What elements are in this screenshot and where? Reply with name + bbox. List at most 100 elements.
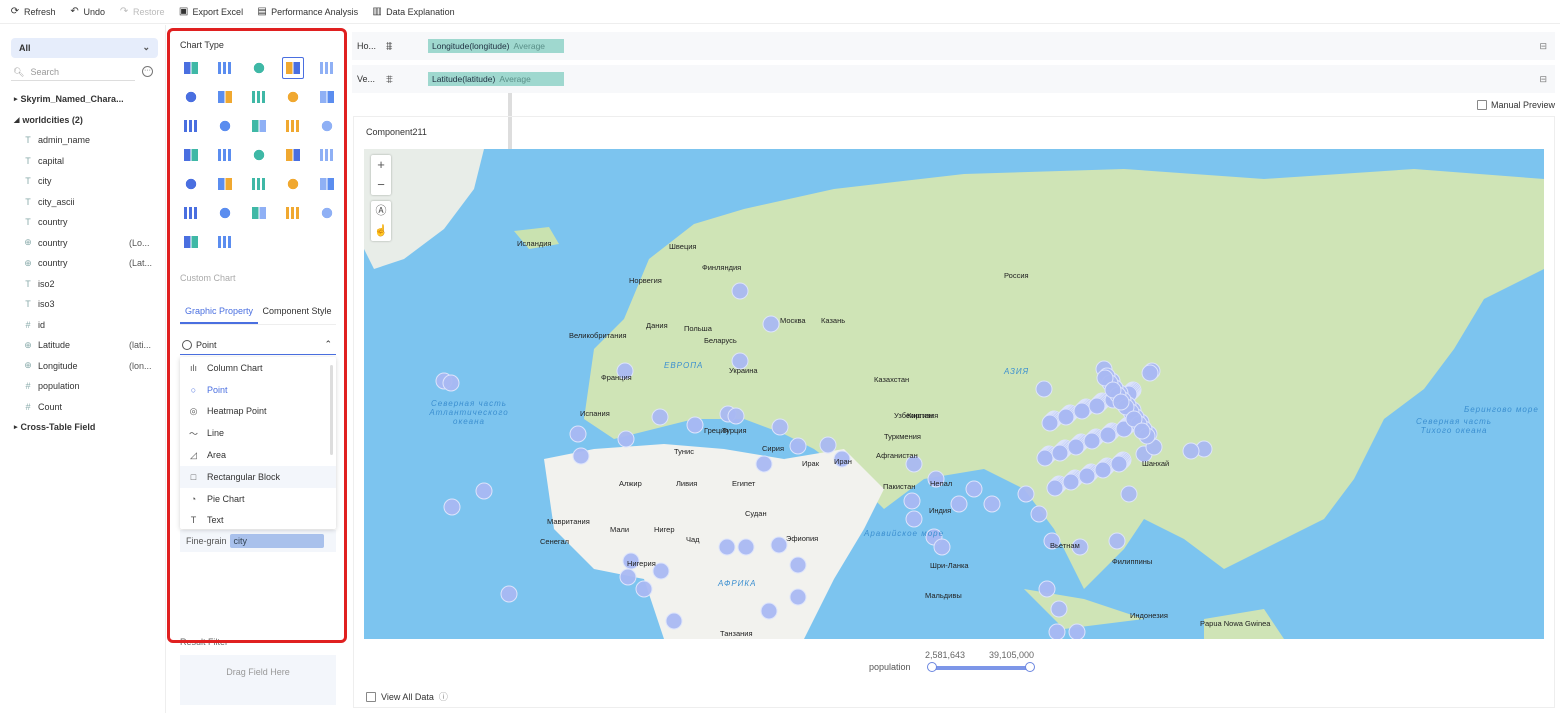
zoom-in-button[interactable]: + xyxy=(371,155,391,175)
field-item[interactable]: ⊕ country (Lo... xyxy=(0,233,166,254)
city-point[interactable] xyxy=(1062,473,1080,491)
undo-button[interactable]: ↶ Undo xyxy=(70,6,105,17)
city-point[interactable] xyxy=(635,580,653,598)
chart-type-14-icon[interactable] xyxy=(282,115,304,137)
city-point[interactable] xyxy=(1083,432,1101,450)
restore-button[interactable]: ↷ Restore xyxy=(119,6,165,17)
city-point[interactable] xyxy=(1038,580,1056,598)
city-point[interactable] xyxy=(1110,455,1128,473)
chart-type-26-icon[interactable] xyxy=(180,202,202,224)
mark-type-select[interactable]: Point ⌃ xyxy=(180,335,336,355)
city-point[interactable] xyxy=(1068,623,1086,639)
chart-type-31-icon[interactable] xyxy=(180,231,202,253)
city-point[interactable] xyxy=(727,407,745,425)
tree-group[interactable]: ▸ Cross-Table Field xyxy=(0,417,166,438)
field-item[interactable]: ⊕ country (Lat... xyxy=(0,253,166,274)
chart-type-3-icon[interactable] xyxy=(248,57,270,79)
chart-type-30-icon[interactable] xyxy=(316,202,338,224)
chart-type-27-icon[interactable] xyxy=(214,202,236,224)
scope-select[interactable]: All ⌄ xyxy=(11,38,158,58)
caret-down-icon[interactable]: ◢ xyxy=(14,116,19,124)
mark-option[interactable]: T Text xyxy=(180,510,336,532)
city-point[interactable] xyxy=(572,447,590,465)
city-point[interactable] xyxy=(475,482,493,500)
fine-grain-field-pill[interactable]: city xyxy=(229,534,324,548)
lasso-select-icon[interactable]: Ⓐ xyxy=(371,201,391,221)
city-point[interactable] xyxy=(771,418,789,436)
city-point[interactable] xyxy=(1182,442,1200,460)
city-point[interactable] xyxy=(1051,444,1069,462)
chart-type-15-icon[interactable] xyxy=(316,115,338,137)
chart-type-25-icon[interactable] xyxy=(316,173,338,195)
chart-type-9-icon[interactable] xyxy=(282,86,304,108)
field-item[interactable]: # id xyxy=(0,315,166,336)
chart-type-18-icon[interactable] xyxy=(248,144,270,166)
city-point[interactable] xyxy=(1099,426,1117,444)
caret-right-icon[interactable]: ▸ xyxy=(14,95,18,103)
latitude-field-pill[interactable]: Latitude(latitude) Average xyxy=(428,72,564,86)
city-point[interactable] xyxy=(1050,600,1068,618)
longitude-field-pill[interactable]: Longitude(longitude) Average xyxy=(428,39,564,53)
city-point[interactable] xyxy=(665,612,683,630)
zoom-out-button[interactable]: − xyxy=(371,175,391,195)
field-item[interactable]: # population xyxy=(0,376,166,397)
chart-type-icon[interactable]: ⩩ xyxy=(386,39,420,54)
city-point[interactable] xyxy=(718,538,736,556)
range-slider-track[interactable] xyxy=(931,666,1031,670)
city-point[interactable] xyxy=(500,585,518,603)
city-point[interactable] xyxy=(1057,408,1075,426)
info-icon[interactable]: ⓘ xyxy=(439,690,448,703)
city-point[interactable] xyxy=(760,602,778,620)
caret-right-icon[interactable]: ▸ xyxy=(14,423,18,431)
mark-option[interactable]: ◔ Pie Chart xyxy=(180,488,336,510)
tree-group[interactable]: ◢ worldcities (2) xyxy=(0,110,166,131)
dropdown-scrollbar[interactable] xyxy=(330,365,333,455)
data-explanation-button[interactable]: ▥ Data Explanation xyxy=(372,6,454,17)
mark-option[interactable]: 〜 Line xyxy=(180,422,336,444)
city-point[interactable] xyxy=(933,538,951,556)
city-point[interactable] xyxy=(1073,402,1091,420)
performance-analysis-button[interactable]: ▤ Performance Analysis xyxy=(257,6,358,17)
city-point[interactable] xyxy=(1030,505,1048,523)
mark-option[interactable]: ◿ Area xyxy=(180,444,336,466)
city-point[interactable] xyxy=(789,437,807,455)
lock-icon[interactable]: ⊟ xyxy=(1539,41,1547,52)
mark-option[interactable]: □ Rectangular Block xyxy=(180,465,336,488)
city-point[interactable] xyxy=(1017,485,1035,503)
city-point[interactable] xyxy=(1094,461,1112,479)
city-point[interactable] xyxy=(1041,414,1059,432)
city-point[interactable] xyxy=(569,425,587,443)
mark-option[interactable]: ılı Column Chart xyxy=(180,357,336,379)
city-point[interactable] xyxy=(1108,532,1126,550)
field-item[interactable]: ⊕ Latitude (lati... xyxy=(0,335,166,356)
refresh-button[interactable]: ⟳ Refresh xyxy=(10,6,56,17)
city-point[interactable] xyxy=(1112,393,1130,411)
city-point[interactable] xyxy=(737,538,755,556)
chart-type-8-icon[interactable] xyxy=(248,86,270,108)
city-point[interactable] xyxy=(686,416,704,434)
range-slider-max-handle[interactable] xyxy=(1025,662,1035,672)
chart-type-16-icon[interactable] xyxy=(180,144,202,166)
chart-type-6-icon[interactable] xyxy=(180,86,202,108)
manual-preview-checkbox[interactable]: Manual Preview xyxy=(1477,100,1555,110)
city-point[interactable] xyxy=(1141,364,1159,382)
field-item[interactable]: Tiso2 xyxy=(0,274,166,295)
city-point[interactable] xyxy=(1046,479,1064,497)
field-item[interactable]: Tcity xyxy=(0,171,166,192)
chart-type-19-icon[interactable] xyxy=(282,144,304,166)
chart-type-4-icon[interactable] xyxy=(282,57,304,79)
map-canvas[interactable]: + − Ⓐ ☝ Исландия Швеция Финляндия Норвегия Р… xyxy=(364,149,1544,639)
city-point[interactable] xyxy=(443,498,461,516)
city-point[interactable] xyxy=(905,510,923,528)
lock-icon[interactable]: ⊟ xyxy=(1539,74,1547,85)
tree-group[interactable]: ▸ Skyrim_Named_Chara... xyxy=(0,89,166,110)
city-point[interactable] xyxy=(789,588,807,606)
tab-graphic-property[interactable]: Graphic Property xyxy=(180,301,258,324)
chart-type-28-icon[interactable] xyxy=(248,202,270,224)
city-point[interactable] xyxy=(1120,485,1138,503)
city-point[interactable] xyxy=(617,430,635,448)
more-icon[interactable]: ··· xyxy=(142,66,153,77)
chart-type-20-icon[interactable] xyxy=(316,144,338,166)
city-point[interactable] xyxy=(819,436,837,454)
chart-type-12-icon[interactable] xyxy=(214,115,236,137)
